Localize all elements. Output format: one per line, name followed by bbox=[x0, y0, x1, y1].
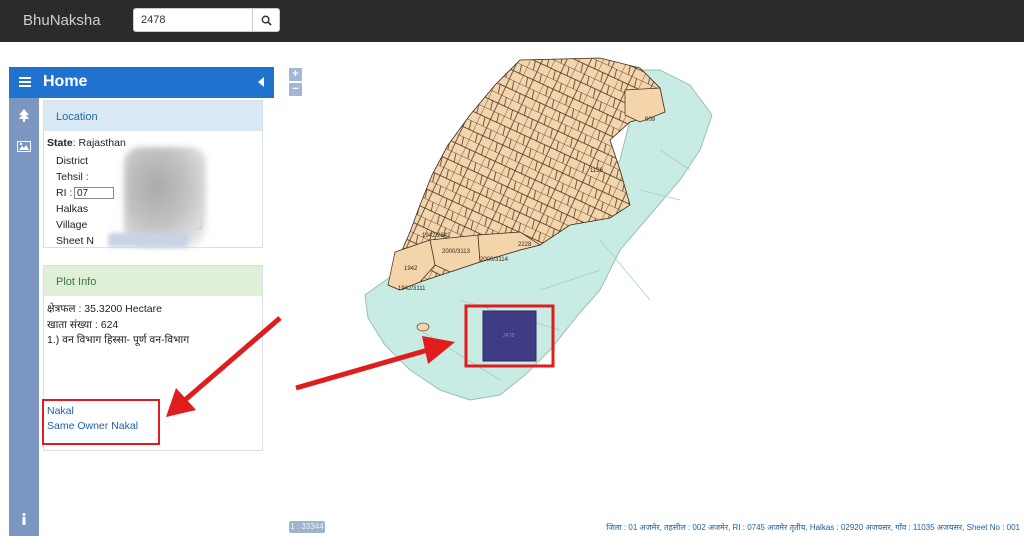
map-label: 2228 bbox=[518, 242, 532, 248]
annotation-arrow bbox=[183, 316, 282, 402]
location-footer: जिला : 01 अजमेर, तहसील : 002 अजमेर, RI :… bbox=[606, 523, 1020, 532]
map-islet bbox=[416, 322, 430, 332]
map-label: 1136 bbox=[590, 168, 604, 174]
map-label: 1942 bbox=[404, 266, 418, 272]
annotation-arrow bbox=[295, 347, 429, 391]
map-label: 909 bbox=[645, 117, 656, 123]
map-label: 2000/3114 bbox=[480, 257, 509, 263]
map-label: 1942/2842 bbox=[422, 233, 451, 239]
map-label: 1942/3111 bbox=[398, 286, 426, 292]
map-scale: 1 : 33344 bbox=[289, 521, 325, 533]
map-label: 2478 bbox=[503, 333, 514, 339]
map-label: 2000/3113 bbox=[442, 249, 471, 255]
cadastral-map[interactable]: 909 1136 1942/2842 2000/3113 2000/3114 2… bbox=[0, 0, 1024, 537]
